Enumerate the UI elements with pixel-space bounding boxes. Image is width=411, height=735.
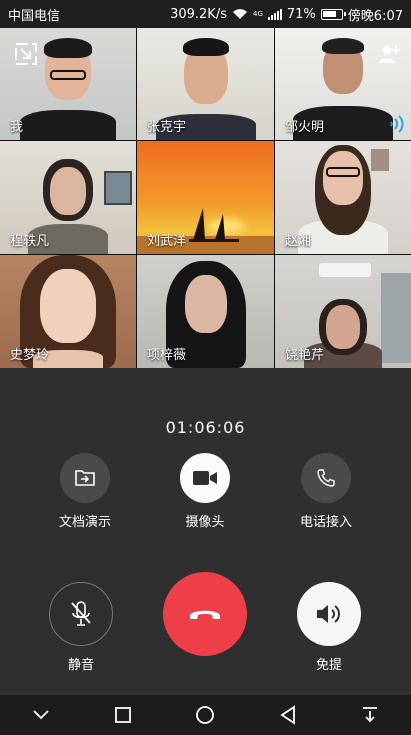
phone-dialin-label: 电话接入 xyxy=(299,515,352,530)
add-person-icon[interactable] xyxy=(377,42,401,66)
phone-dialin-control[interactable]: 电话接入 xyxy=(294,453,358,530)
video-tile[interactable]: 程轶凡 xyxy=(0,141,136,254)
mute-label: 静音 xyxy=(67,658,94,673)
participant-name: 程轶凡 xyxy=(10,234,50,249)
person-hair xyxy=(182,38,229,56)
battery-percent: 71% xyxy=(286,6,316,22)
video-tile[interactable]: 张克宇 xyxy=(137,28,274,140)
participant-name: 张克宇 xyxy=(147,120,187,135)
video-grid: 我 张克宇 邹火明 程轶凡 刘武洋 赵湘 史梦玲 项梓薇 饶艳芹 xyxy=(0,28,411,368)
participant-name: 项梓薇 xyxy=(147,348,187,363)
camera-control[interactable]: 摄像头 xyxy=(173,453,237,530)
glasses xyxy=(326,167,360,177)
hang-up-icon xyxy=(190,610,220,619)
speaking-wave-icon xyxy=(390,115,404,133)
navigation-bar xyxy=(0,695,411,735)
mute-button[interactable] xyxy=(49,582,113,646)
hangup-control[interactable] xyxy=(163,572,247,656)
recent-apps-icon[interactable] xyxy=(114,706,132,724)
mic-off-icon xyxy=(71,601,91,626)
video-tile[interactable]: 项梓薇 xyxy=(137,255,274,368)
video-tile[interactable]: 饶艳芹 xyxy=(275,255,411,368)
wall-picture xyxy=(371,149,389,171)
sailboat-silhouette xyxy=(189,208,239,242)
glasses xyxy=(50,70,86,80)
phone-dialin-button[interactable] xyxy=(301,453,351,503)
battery-icon xyxy=(320,8,346,20)
participant-name: 邹火明 xyxy=(285,120,325,135)
back-icon[interactable] xyxy=(279,705,297,725)
minimize-window-icon[interactable] xyxy=(14,42,38,66)
person-head xyxy=(50,167,86,215)
wifi-icon xyxy=(233,9,247,19)
participant-name: 赵湘 xyxy=(285,234,312,249)
status-right: 309.2K/s 4G 71% 傍晚6:07 xyxy=(170,5,403,24)
wall-picture xyxy=(104,171,132,205)
video-tile[interactable]: 刘武洋 xyxy=(137,141,274,254)
signal-icon xyxy=(267,8,282,20)
video-tile[interactable]: 邹火明 xyxy=(275,28,411,140)
speaker-button[interactable] xyxy=(297,582,361,646)
network-type: 4G xyxy=(253,9,263,18)
speaker-label: 免提 xyxy=(315,658,342,673)
folder-share-icon xyxy=(75,470,95,486)
person-head xyxy=(326,305,360,349)
camera-label: 摄像头 xyxy=(185,515,225,530)
video-tile[interactable]: 我 xyxy=(0,28,136,140)
camera-button[interactable] xyxy=(180,453,230,503)
participant-name: 我 xyxy=(10,120,24,135)
video-tile[interactable]: 赵湘 xyxy=(275,141,411,254)
network-speed: 309.2K/s xyxy=(170,6,227,22)
screen-share-label: 文档演示 xyxy=(58,515,111,530)
person-figure xyxy=(20,110,116,140)
person-hair xyxy=(44,38,92,58)
speaker-icon xyxy=(317,605,340,623)
participant-name: 刘武洋 xyxy=(147,234,187,249)
mute-control[interactable]: 静音 xyxy=(49,582,113,673)
notification-pull-icon[interactable] xyxy=(361,706,379,724)
window xyxy=(381,273,411,363)
chevron-down-icon[interactable] xyxy=(32,709,50,721)
video-tile[interactable]: 史梦玲 xyxy=(0,255,136,368)
person-head xyxy=(184,275,227,333)
video-camera-icon xyxy=(193,471,217,485)
call-timer: 01:06:06 xyxy=(165,418,246,437)
person-head xyxy=(40,269,96,343)
screen-share-button[interactable] xyxy=(60,453,110,503)
clock: 傍晚6:07 xyxy=(347,8,403,24)
participant-name: 史梦玲 xyxy=(10,348,50,363)
air-conditioner xyxy=(319,263,371,277)
home-icon[interactable] xyxy=(195,705,215,725)
screen-share-control[interactable]: 文档演示 xyxy=(53,453,117,530)
participant-name: 饶艳芹 xyxy=(285,348,325,363)
hangup-button[interactable] xyxy=(163,572,247,656)
person-hair xyxy=(322,38,364,54)
phone-icon xyxy=(317,469,335,487)
carrier-label: 中国电信 xyxy=(8,8,61,24)
person-head xyxy=(323,151,363,205)
status-bar: 中国电信 309.2K/s 4G 71% 傍晚6:07 xyxy=(0,0,411,28)
speaker-control[interactable]: 免提 xyxy=(297,582,361,673)
